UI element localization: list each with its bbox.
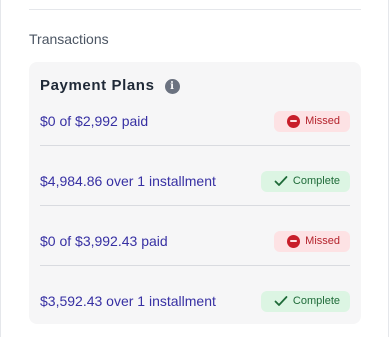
payment-plan-link[interactable]: $4,984.86 over 1 installment	[40, 173, 216, 190]
section-label: Transactions	[29, 31, 109, 47]
row-divider	[40, 145, 350, 146]
payment-plan-link[interactable]: $0 of $3,992.43 paid	[40, 233, 168, 250]
stop-icon	[287, 114, 301, 128]
status-label: Missed	[305, 114, 340, 127]
payment-plan-row: $0 of $2,992 paid Missed	[40, 108, 350, 134]
status-badge: Complete	[260, 290, 350, 312]
payment-plans-header: Payment Plans i	[40, 76, 180, 96]
status-label: Complete	[292, 174, 340, 187]
status-label: Missed	[305, 234, 340, 247]
payment-plan-row: $3,592.43 over 1 installment Complete	[40, 288, 350, 314]
info-icon[interactable]: i	[164, 78, 180, 94]
payment-plans-title: Payment Plans	[40, 77, 155, 94]
payment-plan-row: $4,984.86 over 1 installment Complete	[40, 168, 350, 194]
payment-plan-link[interactable]: $0 of $2,992 paid	[40, 113, 148, 130]
status-badge: Complete	[260, 170, 350, 192]
row-divider	[40, 205, 350, 206]
status-label: Complete	[292, 294, 340, 307]
row-divider	[40, 265, 350, 266]
status-badge: Missed	[274, 110, 350, 132]
payment-plan-row: $0 of $3,992.43 paid Missed	[40, 228, 350, 254]
status-badge: Missed	[274, 230, 350, 252]
check-icon	[274, 176, 288, 186]
top-divider	[29, 9, 361, 10]
check-icon	[274, 296, 288, 306]
stop-icon	[287, 234, 301, 248]
payment-plan-link[interactable]: $3,592.43 over 1 installment	[40, 293, 216, 310]
payment-plans-card: Payment Plans i $0 of $2,992 paid Missed…	[29, 62, 361, 324]
transactions-panel: Transactions Payment Plans i $0 of $2,99…	[0, 0, 389, 337]
